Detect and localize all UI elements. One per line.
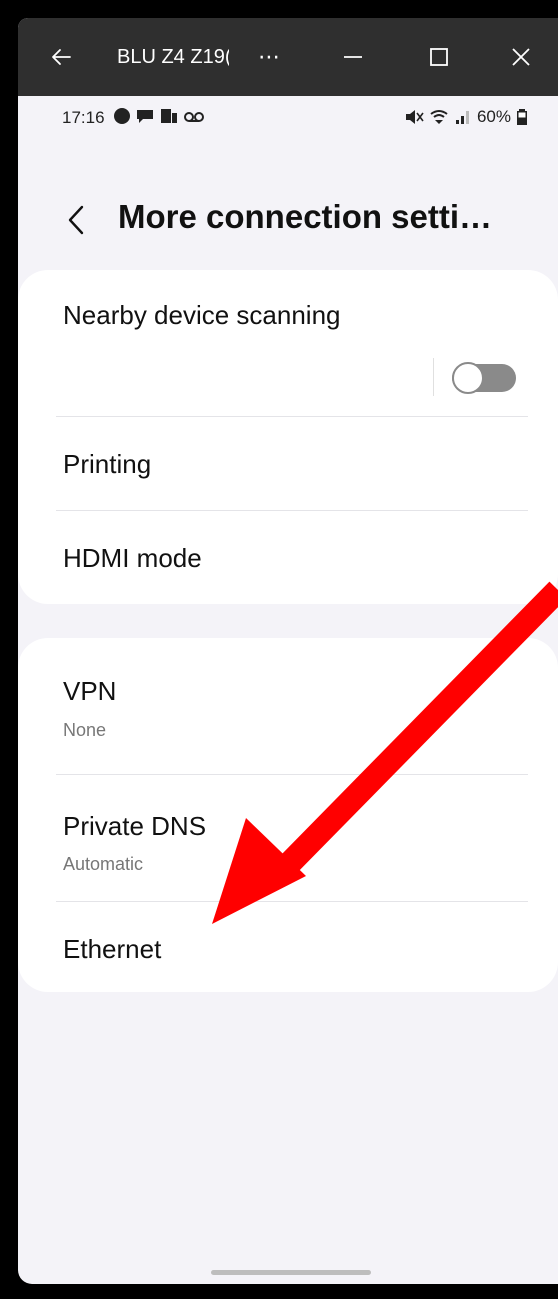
toggle-knob: [452, 362, 484, 394]
phone-window: BLU Z4 Z19( ⋯ 17:16 60% More connection …: [18, 18, 558, 1284]
vpn-label: VPN: [63, 676, 117, 706]
wifi-call-icon: [430, 110, 448, 124]
ethernet-row[interactable]: Ethernet: [18, 902, 558, 992]
window-close-button[interactable]: [496, 18, 546, 96]
window-title: BLU Z4 Z19(: [117, 46, 229, 68]
device-icon: [161, 109, 177, 123]
settings-group-1: Nearby device scanning Printing HDMI mod…: [18, 270, 558, 604]
status-right-icons: 60%: [404, 107, 528, 127]
page-header: More connection setti…: [18, 178, 558, 258]
more-icon: ⋯: [258, 44, 280, 69]
settings-group-2: VPN None Private DNS Automatic Ethernet: [18, 638, 558, 992]
nearby-device-scanning-row[interactable]: Nearby device scanning: [18, 270, 558, 416]
status-bar: 17:16 60%: [18, 96, 558, 142]
navigation-handle[interactable]: [211, 1270, 371, 1275]
printing-row[interactable]: Printing: [18, 417, 558, 510]
private-dns-label: Private DNS: [63, 811, 207, 841]
window-more-button[interactable]: ⋯: [244, 18, 294, 96]
message-icon: [137, 110, 153, 123]
battery-percent: 60%: [476, 107, 511, 126]
private-dns-row[interactable]: Private DNS Automatic: [18, 775, 558, 901]
hdmi-mode-row[interactable]: HDMI mode: [18, 511, 558, 604]
window-back-button[interactable]: [36, 18, 86, 96]
window-maximize-button[interactable]: [414, 18, 464, 96]
private-dns-summary: Automatic: [63, 854, 144, 874]
printing-label: Printing: [63, 449, 152, 479]
mute-icon: [405, 110, 424, 124]
vpn-row[interactable]: VPN None: [18, 638, 558, 774]
vpn-summary: None: [63, 720, 107, 740]
clock-icon: [114, 108, 130, 124]
ethernet-label: Ethernet: [63, 934, 162, 964]
voicemail-icon: [184, 112, 204, 122]
toggle-divider: [433, 358, 434, 396]
window-titlebar: BLU Z4 Z19( ⋯: [18, 18, 558, 96]
nearby-scanning-toggle[interactable]: [452, 362, 516, 394]
back-button[interactable]: [58, 198, 94, 242]
hdmi-mode-label: HDMI mode: [63, 543, 202, 573]
nearby-device-scanning-label: Nearby device scanning: [63, 300, 341, 330]
maximize-icon: [430, 48, 448, 66]
battery-icon: [517, 109, 527, 125]
page-title: More connection setti…: [118, 198, 493, 235]
minimize-icon: [344, 56, 362, 58]
window-minimize-button[interactable]: [328, 18, 378, 96]
signal-icon: [455, 111, 469, 124]
close-icon: [512, 48, 530, 66]
status-time: 17:16: [62, 108, 105, 127]
arrow-left-icon: [52, 49, 71, 65]
notification-icons: [113, 107, 205, 125]
chevron-left-icon: [68, 205, 84, 235]
